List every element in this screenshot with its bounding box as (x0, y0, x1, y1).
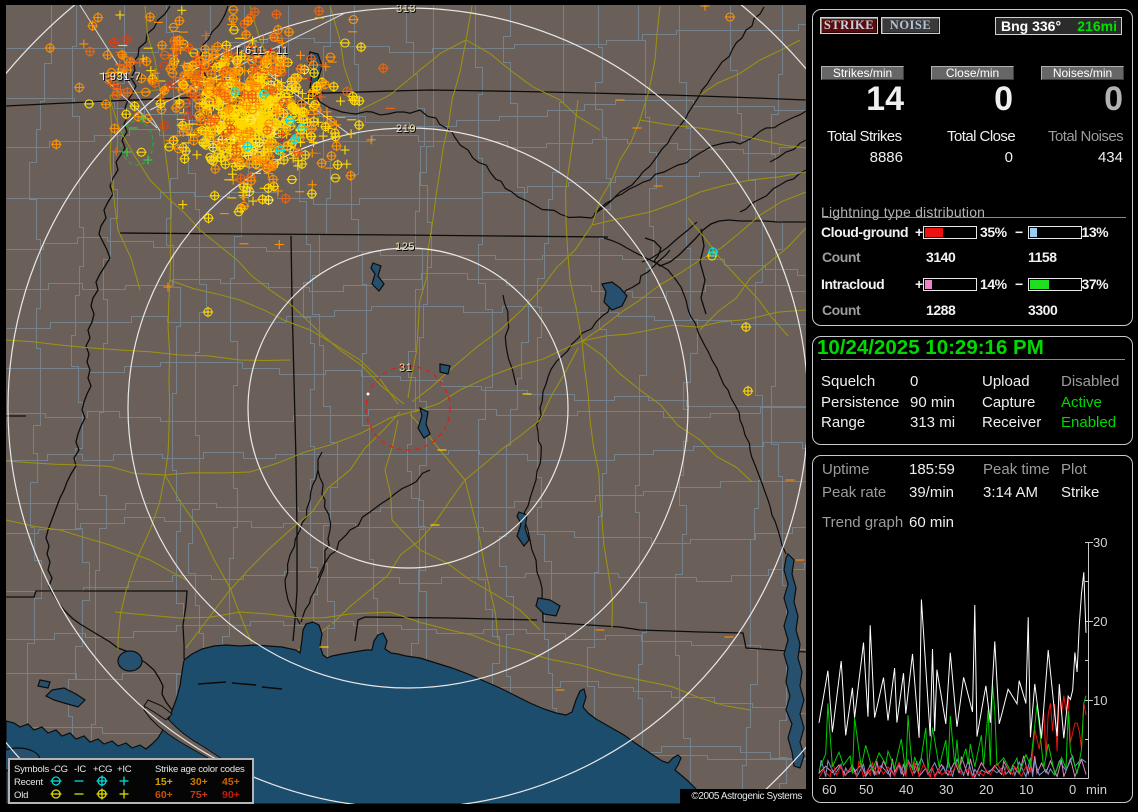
svg-text:-CG: -CG (51, 764, 68, 775)
svg-text:10: 10 (1093, 693, 1107, 708)
svg-text:90+: 90+ (222, 789, 240, 801)
svg-text:30+: 30+ (190, 776, 208, 788)
svg-text:50: 50 (859, 782, 873, 797)
svg-text:Old: Old (14, 790, 28, 801)
svg-text:20: 20 (1093, 614, 1107, 629)
svg-text:-IC: -IC (74, 764, 86, 775)
svg-text:min: min (1086, 782, 1107, 797)
svg-text:125: 125 (395, 241, 415, 253)
svg-text:313: 313 (396, 5, 416, 15)
svg-text:30: 30 (939, 782, 953, 797)
svg-text:T-611: T-611 (234, 45, 264, 57)
svg-text:I-931-7: I-931-7 (102, 71, 141, 83)
svg-text:+CG: +CG (93, 764, 112, 775)
svg-text:45+: 45+ (222, 776, 240, 788)
svg-text:+IC: +IC (117, 764, 132, 775)
svg-text:Recent: Recent (14, 777, 43, 788)
svg-text:40: 40 (899, 782, 913, 797)
svg-text:Strike age color codes: Strike age color codes (155, 764, 245, 775)
svg-text:10: 10 (1019, 782, 1033, 797)
svg-text:+: + (267, 45, 274, 57)
svg-text:20: 20 (979, 782, 993, 797)
svg-text:60: 60 (822, 782, 836, 797)
svg-text:219: 219 (396, 123, 416, 135)
svg-text:11: 11 (276, 45, 289, 57)
svg-text:60+: 60+ (155, 789, 173, 801)
svg-text:15+: 15+ (155, 776, 173, 788)
svg-text:31: 31 (399, 362, 412, 374)
svg-text:Symbols: Symbols (14, 764, 49, 775)
svg-text:30: 30 (1093, 535, 1107, 550)
svg-text:75+: 75+ (190, 789, 208, 801)
svg-text:0: 0 (1069, 782, 1076, 797)
